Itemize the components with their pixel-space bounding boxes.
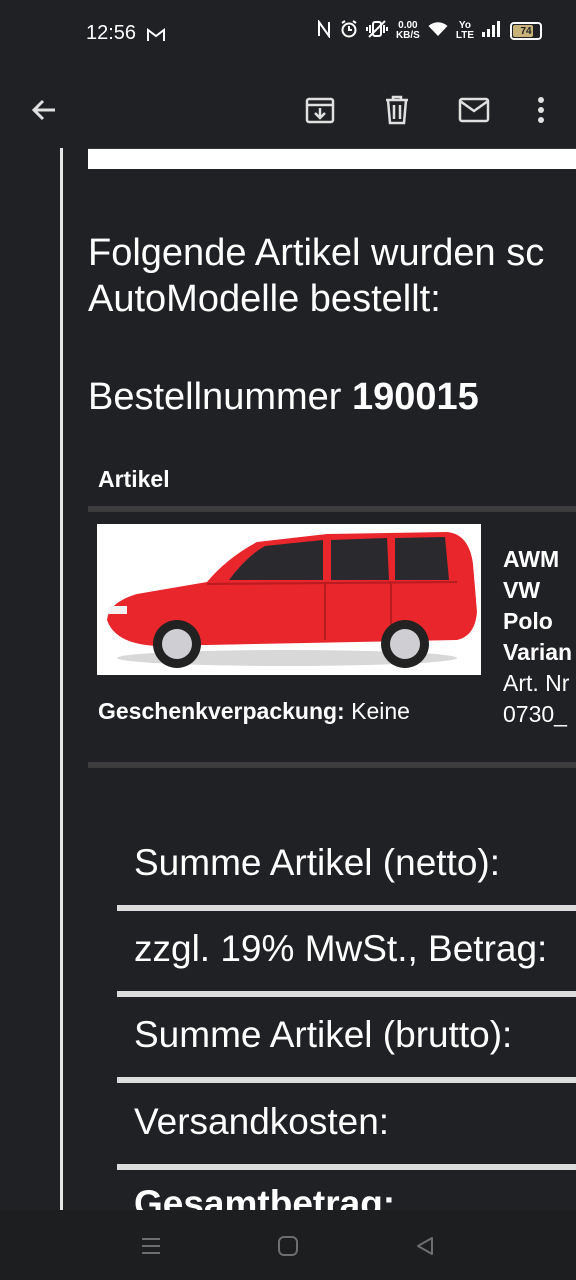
back-arrow-icon[interactable] [20, 86, 68, 134]
divider [88, 762, 576, 768]
wifi-icon [428, 21, 448, 41]
email-body: Folgende Artikel wurden sc AutoModelle b… [0, 148, 576, 1210]
divider [88, 506, 576, 512]
email-toolbar [0, 72, 576, 148]
summary-divider [117, 991, 576, 997]
quote-bar [60, 148, 63, 1210]
summary-net-label: Summe Artikel (netto): [134, 842, 501, 883]
battery-icon: 74 [510, 22, 542, 40]
product-name[interactable]: AWM VW Polo Varian [503, 544, 572, 668]
home-icon[interactable] [274, 1232, 302, 1260]
nfc-icon [316, 18, 332, 42]
more-vert-icon[interactable] [517, 86, 565, 134]
status-time: 12:56 [86, 22, 137, 44]
archive-icon[interactable] [296, 86, 344, 134]
gmail-notification-icon [147, 27, 165, 46]
status-bar: 12:56 0.00 KB/S Yo LTE 74 [0, 0, 576, 72]
recents-icon[interactable] [137, 1232, 165, 1260]
summary-gross-label: Summe Artikel (brutto): [134, 1014, 513, 1055]
summary-shipping-label: Versandkosten: [134, 1101, 390, 1142]
product-article-number: Art. Nr 0730_ [503, 670, 570, 727]
volte-label: Yo LTE [455, 20, 474, 41]
system-nav-bar [0, 1210, 576, 1280]
gift-wrap-info: Geschenkverpackung: Keine [98, 698, 410, 724]
order-number: Bestellnummer 190015 [88, 376, 479, 418]
intro-heading: Folgende Artikel wurden sc AutoModelle b… [88, 232, 545, 320]
mark-unread-icon[interactable] [450, 86, 498, 134]
summary-divider [117, 1077, 576, 1083]
summary-vat-label: zzgl. 19% MwSt., Betrag: [134, 928, 548, 969]
summary-total-label: Gesamtbetrag: [134, 1183, 396, 1210]
summary-divider [117, 905, 576, 911]
table-header-artikel: Artikel [98, 466, 170, 492]
vibrate-icon [365, 20, 388, 42]
alarm-icon [340, 20, 358, 42]
product-image[interactable] [97, 524, 481, 675]
summary-divider [117, 1164, 576, 1170]
header-image-edge [88, 148, 576, 169]
delete-icon[interactable] [373, 86, 421, 134]
signal-icon [482, 21, 502, 41]
back-icon[interactable] [411, 1232, 439, 1260]
net-speed: 0.00 KB/S [395, 20, 420, 41]
